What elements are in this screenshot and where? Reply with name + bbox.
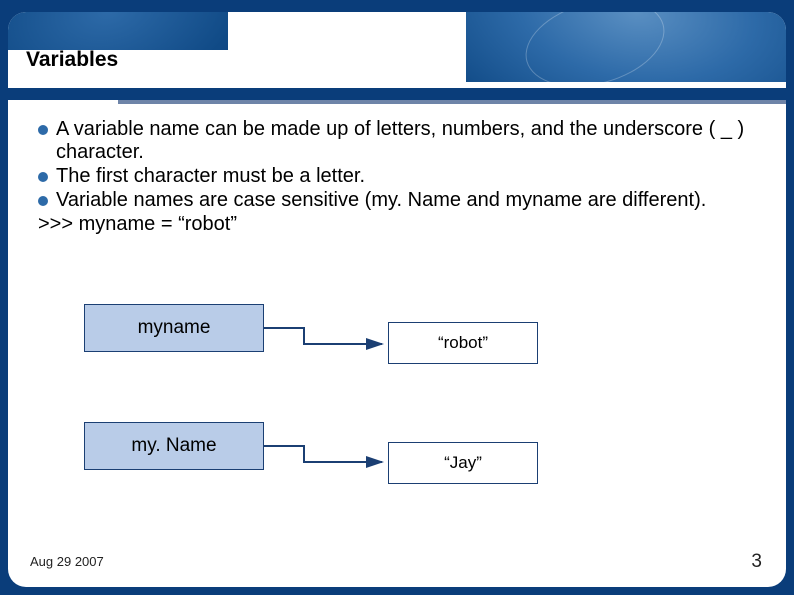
bullet-text: Variable names are case sensitive (my. N…: [56, 189, 756, 212]
value-box-1: “robot”: [388, 322, 538, 364]
variable-box-2: my. Name: [84, 422, 264, 470]
page-number: 3: [751, 551, 762, 573]
bullet-icon: [38, 196, 48, 206]
value-box-2: “Jay”: [388, 442, 538, 484]
bullet-icon: [38, 125, 48, 135]
code-line: >>> myname = “robot”: [38, 213, 756, 236]
bullet-text: A variable name can be made up of letter…: [56, 118, 756, 164]
decor-top-right: [466, 12, 786, 82]
arrow-2: [264, 444, 404, 474]
slide-title: Variables: [26, 48, 118, 72]
decor-top-left: [8, 12, 228, 50]
bullet-item: A variable name can be made up of letter…: [38, 118, 756, 164]
content-area: A variable name can be made up of letter…: [38, 118, 756, 236]
bullet-item: The first character must be a letter.: [38, 165, 756, 188]
title-rule: [8, 88, 786, 104]
slide-card: Variables A variable name can be made up…: [8, 12, 786, 587]
footer-date: Aug 29 2007: [30, 554, 104, 569]
arrow-1: [264, 326, 404, 356]
bullet-text: The first character must be a letter.: [56, 165, 756, 188]
variable-box-1: myname: [84, 304, 264, 352]
bullet-item: Variable names are case sensitive (my. N…: [38, 189, 756, 212]
diagram: myname “robot” my. Name “Jay”: [78, 302, 726, 522]
bullet-icon: [38, 172, 48, 182]
